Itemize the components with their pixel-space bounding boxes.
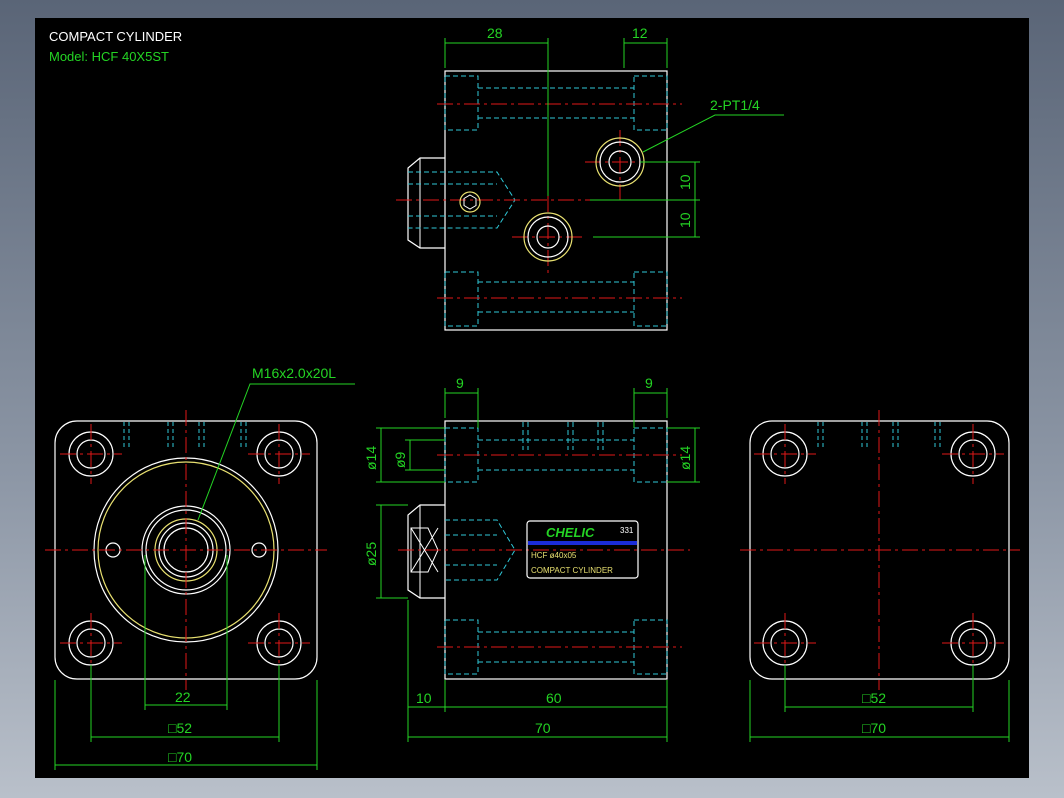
drawing-model: Model: HCF 40X5ST bbox=[49, 49, 169, 64]
dim-top-12: 12 bbox=[632, 25, 648, 41]
dim-side-9b: 9 bbox=[645, 375, 653, 391]
top-view-center-lines bbox=[396, 103, 690, 299]
label-brand: CHELIC bbox=[546, 525, 595, 540]
side-view-dimension-lines bbox=[376, 388, 700, 742]
side-view: CHELIC 331 HCF ø40x05 COMPACT CYLINDER 9… bbox=[363, 375, 700, 742]
side-view-hidden-lines bbox=[444, 422, 668, 675]
dim-front-sq52: □52 bbox=[168, 720, 192, 736]
dim-top-10b: 10 bbox=[677, 212, 693, 228]
front-view: 22 □52 □70 M16x2.0x20L bbox=[45, 365, 355, 770]
dim-side-d14-right: ø14 bbox=[677, 446, 693, 470]
label-description: COMPACT CYLINDER bbox=[531, 566, 613, 575]
technical-drawing: COMPACT CYLINDER Model: HCF 40X5ST 28 12… bbox=[45, 25, 1020, 770]
label-model: HCF ø40x05 bbox=[531, 551, 577, 560]
dim-side-d14-left: ø14 bbox=[363, 446, 379, 470]
dim-top-28: 28 bbox=[487, 25, 503, 41]
dim-side-9a: 9 bbox=[456, 375, 464, 391]
port-callout: 2-PT1/4 bbox=[710, 97, 760, 113]
dim-side-10: 10 bbox=[416, 690, 432, 706]
rear-view-center-lines bbox=[740, 410, 1020, 690]
dim-front-22: 22 bbox=[175, 689, 191, 705]
drawing-title: COMPACT CYLINDER bbox=[49, 29, 182, 44]
dim-rear-sq70: □70 bbox=[862, 720, 886, 736]
thread-callout: M16x2.0x20L bbox=[252, 365, 336, 381]
dim-side-60: 60 bbox=[546, 690, 562, 706]
front-view-center-lines bbox=[45, 410, 327, 690]
side-view-rod bbox=[407, 504, 445, 599]
dim-rear-sq52: □52 bbox=[862, 690, 886, 706]
front-view-dimension-lines bbox=[54, 383, 355, 770]
dim-top-10a: 10 bbox=[677, 174, 693, 190]
top-view-dimension-lines bbox=[444, 38, 784, 238]
cad-viewport[interactable]: COMPACT CYLINDER Model: HCF 40X5ST 28 12… bbox=[35, 18, 1029, 778]
dim-side-d9: ø9 bbox=[392, 451, 408, 468]
dim-front-sq70: □70 bbox=[168, 749, 192, 765]
label-code: 331 bbox=[620, 526, 634, 535]
top-view: 28 12 10 10 2-PT1/4 bbox=[396, 25, 784, 331]
rear-view: □52 □70 bbox=[740, 410, 1020, 742]
dim-side-70: 70 bbox=[535, 720, 551, 736]
dim-side-d25: ø25 bbox=[363, 542, 379, 566]
front-view-hidden-lines bbox=[123, 422, 247, 448]
top-view-hidden-lines bbox=[408, 75, 668, 327]
